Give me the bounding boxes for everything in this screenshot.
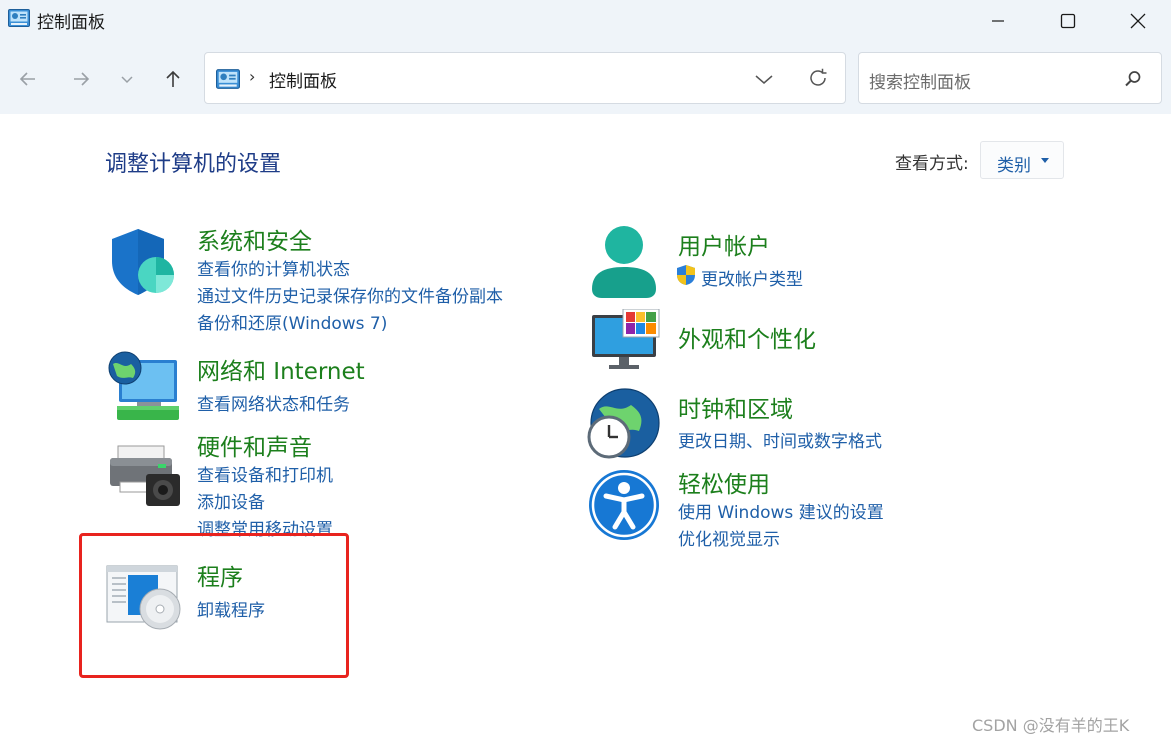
maximize-button[interactable] (1033, 0, 1103, 42)
control-panel-icon (216, 69, 240, 89)
search-box[interactable]: 搜索控制面板 (858, 52, 1162, 104)
category-title-ease-of-access[interactable]: 轻松使用 (678, 465, 770, 499)
recent-locations-button[interactable] (110, 62, 144, 96)
address-dropdown-icon[interactable] (753, 68, 775, 90)
control-panel-icon (8, 9, 30, 27)
category-title-appearance[interactable]: 外观和个性化 (678, 320, 816, 354)
breadcrumb-separator[interactable]: › (249, 67, 255, 86)
watermark: CSDN @没有羊的王K (972, 716, 1130, 735)
title-bar: 控制面板 (0, 0, 1171, 42)
search-placeholder[interactable]: 搜索控制面板 (869, 68, 971, 93)
accessibility-icon (589, 470, 659, 540)
network-globe-icon (108, 351, 179, 420)
category-title-system-security[interactable]: 系统和安全 (197, 222, 312, 256)
caret-down-icon (1041, 158, 1049, 163)
category-title-network[interactable]: 网络和 Internet (197, 352, 365, 386)
page-title: 调整计算机的设置 (105, 152, 282, 177)
link-view-computer-status[interactable]: 查看你的计算机状态 (197, 255, 350, 280)
link-backup-restore[interactable]: 备份和还原(Windows 7) (197, 309, 387, 334)
address-bar[interactable]: › 控制面板 (204, 52, 846, 104)
category-title-clock-region[interactable]: 时钟和区域 (678, 390, 793, 424)
window-title: 控制面板 (37, 13, 105, 33)
link-change-account-type[interactable]: 更改帐户类型 (701, 265, 803, 290)
monitor-personalization-icon (592, 309, 660, 369)
highlight-box (79, 533, 349, 678)
view-by-value[interactable]: 类别 (997, 151, 1031, 176)
category-title-user-accounts[interactable]: 用户帐户 (678, 227, 770, 261)
search-icon[interactable] (1123, 69, 1143, 89)
up-button[interactable] (156, 62, 190, 96)
category-title-hardware[interactable]: 硬件和声音 (197, 428, 312, 462)
back-button[interactable] (11, 62, 45, 96)
minimize-icon (992, 20, 1004, 22)
view-by-dropdown[interactable]: 类别 (980, 141, 1064, 179)
chevron-down-icon (121, 76, 133, 84)
link-optimize-visual-display[interactable]: 优化视觉显示 (678, 525, 780, 550)
maximize-icon (1060, 13, 1076, 29)
minimize-button[interactable] (963, 0, 1033, 42)
breadcrumb-control-panel[interactable]: 控制面板 (269, 67, 337, 92)
user-icon (592, 226, 656, 298)
link-date-time-format[interactable]: 更改日期、时间或数字格式 (678, 427, 882, 452)
printer-speaker-icon (110, 445, 180, 506)
clock-globe-icon (587, 388, 660, 459)
refresh-icon[interactable] (807, 67, 829, 89)
link-file-history-backup[interactable]: 通过文件历史记录保存你的文件备份副本 (197, 282, 503, 307)
link-devices-printers[interactable]: 查看设备和打印机 (197, 461, 333, 486)
arrow-right-icon (74, 72, 90, 86)
link-windows-suggested-settings[interactable]: 使用 Windows 建议的设置 (678, 498, 884, 523)
link-network-status[interactable]: 查看网络状态和任务 (197, 390, 350, 415)
close-button[interactable] (1103, 0, 1171, 42)
arrow-left-icon (19, 72, 35, 86)
shield-icon (112, 229, 174, 295)
forward-button[interactable] (64, 62, 98, 96)
view-by-label: 查看方式: (895, 154, 969, 174)
close-icon (1130, 13, 1146, 29)
link-add-device[interactable]: 添加设备 (197, 488, 265, 513)
uac-shield-icon (677, 265, 695, 285)
arrow-up-icon (166, 70, 180, 87)
navigation-bar: › 控制面板 搜索控制面板 (0, 42, 1171, 114)
